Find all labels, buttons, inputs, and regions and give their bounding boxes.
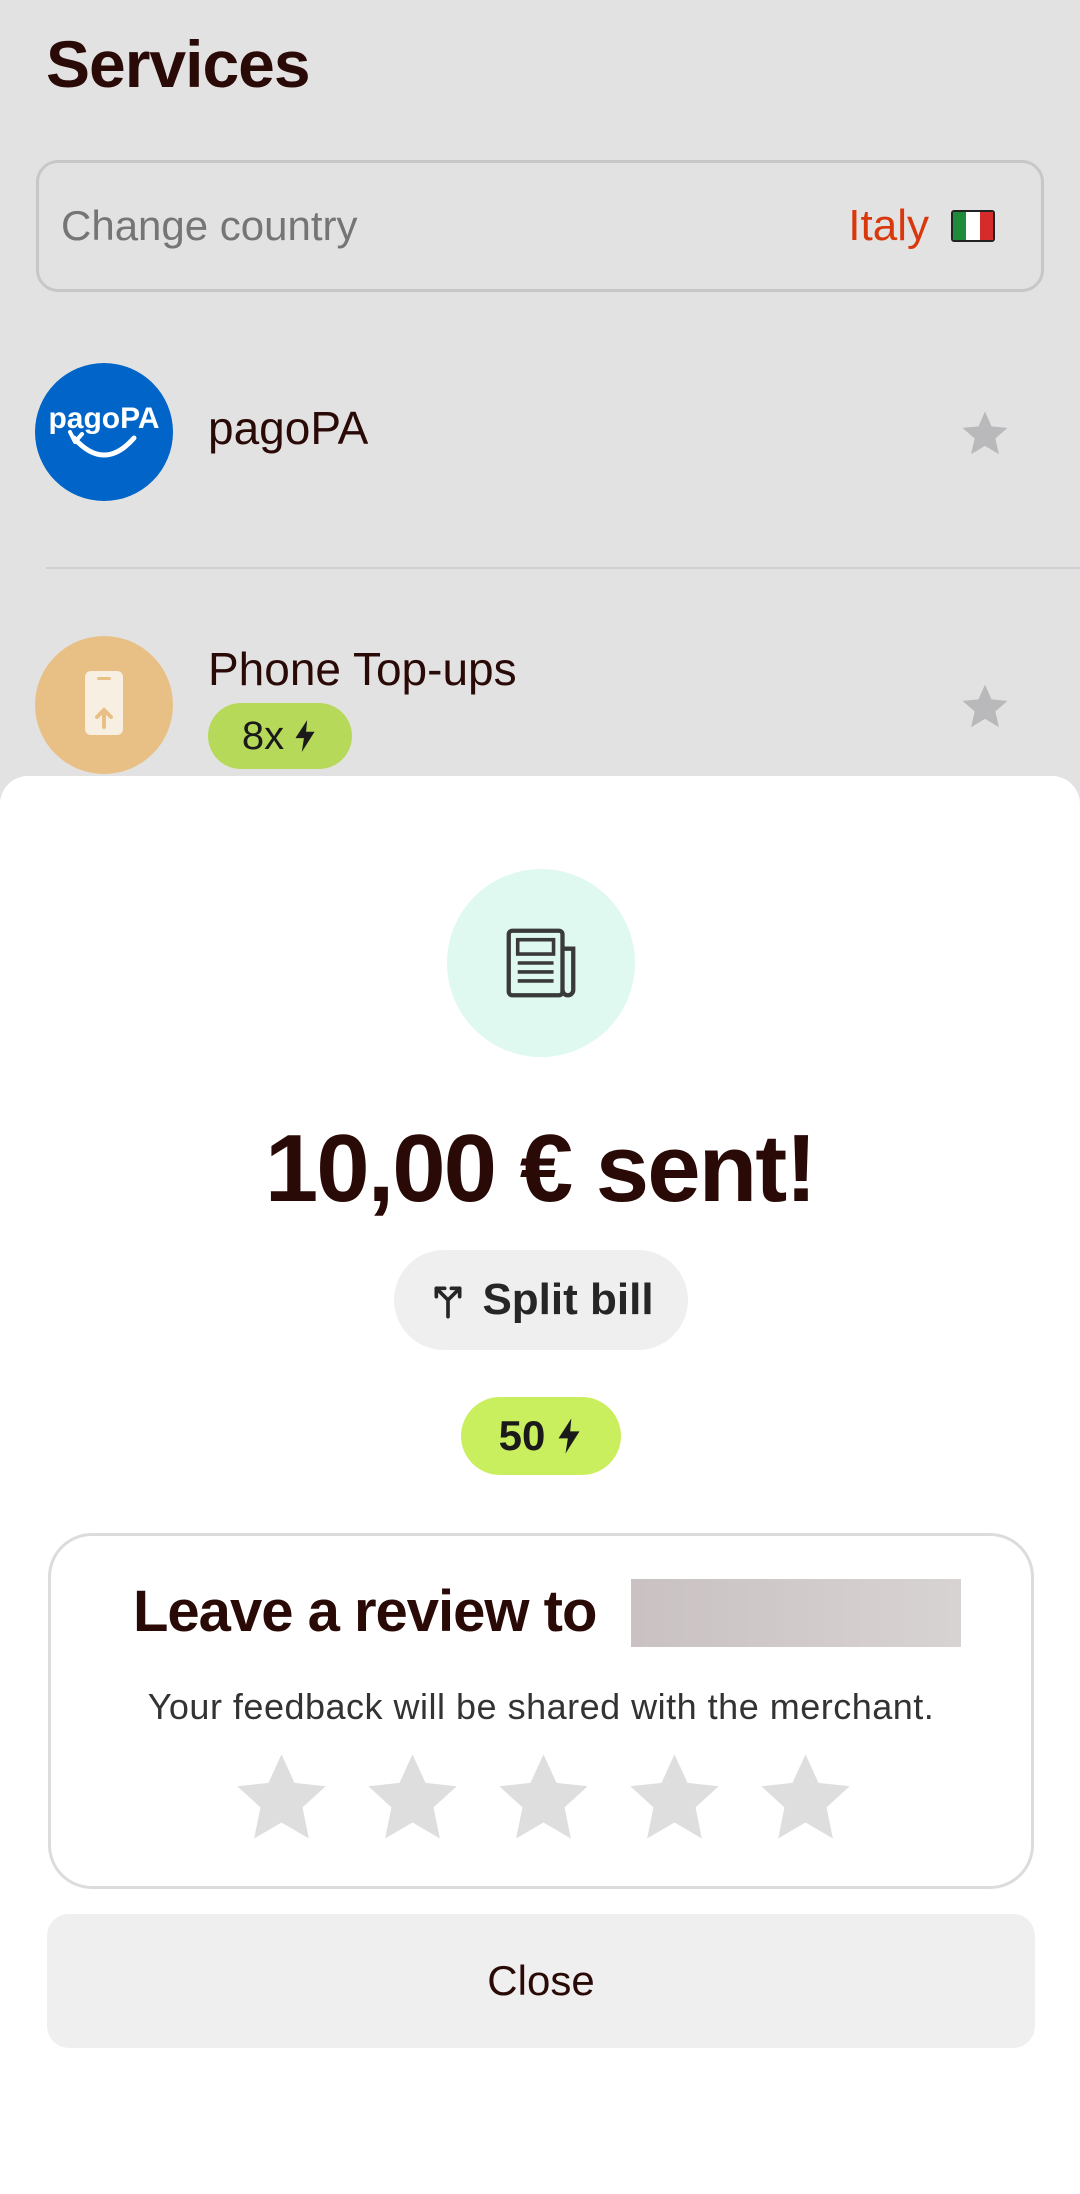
- split-bill-label: Split bill: [482, 1275, 654, 1324]
- country-value: Italy: [848, 201, 929, 250]
- rating-star-5-icon[interactable]: [755, 1748, 856, 1849]
- amount-sent-title: 10,00 € sent!: [264, 1115, 817, 1222]
- multiplier-badge: 8x: [208, 703, 352, 769]
- phone-topup-icon: [35, 636, 173, 774]
- favorite-star-icon[interactable]: [958, 680, 1012, 734]
- service-name-pagopa: pagoPA: [208, 402, 369, 454]
- close-button[interactable]: Close: [47, 1914, 1035, 2048]
- service-row-phone-topups[interactable]: Phone Top-ups: [0, 630, 1080, 780]
- receipt-icon: [506, 928, 576, 998]
- pagopa-logo-icon: pagoPA: [35, 363, 173, 501]
- rating-stars: [231, 1748, 856, 1849]
- review-card: Leave a review to Your feedback will be …: [48, 1533, 1034, 1889]
- review-title: Leave a review to: [133, 1579, 597, 1644]
- list-divider: [46, 567, 1080, 569]
- change-country-label: Change country: [61, 202, 358, 249]
- receipt-icon-container: [447, 869, 635, 1057]
- payment-success-sheet: 10,00 € sent! Split bill 50 Leave a revi…: [0, 776, 1080, 2194]
- page-title: Services: [46, 27, 311, 101]
- italy-flag-icon: [951, 210, 995, 242]
- service-name-phone-topups: Phone Top-ups: [208, 643, 517, 695]
- screen: Services Change country Italy pagoPA pag…: [0, 0, 1080, 2194]
- points-value: 50: [498, 1412, 546, 1459]
- multiplier-value: 8x: [241, 713, 285, 758]
- change-country-field[interactable]: Change country Italy: [36, 160, 1044, 292]
- rating-star-3-icon[interactable]: [493, 1748, 594, 1849]
- favorite-star-icon[interactable]: [958, 407, 1012, 461]
- lightning-icon: [295, 720, 315, 752]
- lightning-icon: [558, 1418, 580, 1454]
- split-bill-button[interactable]: Split bill: [394, 1250, 688, 1350]
- pagopa-logo-text: pagoPA: [48, 402, 159, 435]
- redacted-merchant-name: [631, 1579, 961, 1647]
- service-row-pagopa[interactable]: pagoPA pagoPA: [0, 357, 1080, 507]
- points-badge: 50: [461, 1397, 621, 1475]
- rating-star-1-icon[interactable]: [231, 1748, 332, 1849]
- rating-star-2-icon[interactable]: [362, 1748, 463, 1849]
- split-arrows-icon: [434, 1286, 462, 1319]
- review-subtitle: Your feedback will be shared with the me…: [147, 1686, 935, 1727]
- rating-star-4-icon[interactable]: [624, 1748, 725, 1849]
